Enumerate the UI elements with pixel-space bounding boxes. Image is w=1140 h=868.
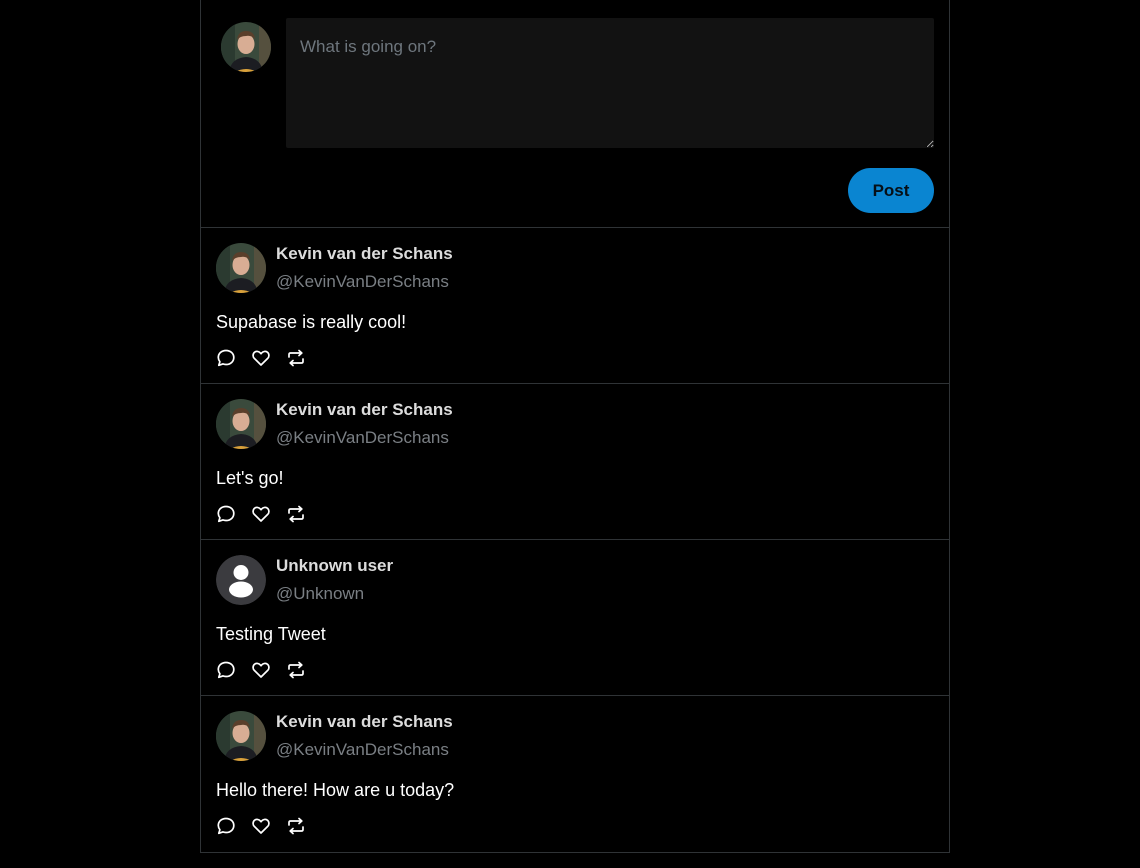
default-person-icon [216, 555, 266, 605]
avatar [216, 711, 266, 761]
tweet-content: Let's go! [216, 468, 284, 488]
tweet-content: Supabase is really cool! [216, 312, 407, 332]
heart-icon[interactable] [251, 348, 271, 368]
comment-icon[interactable] [216, 660, 236, 680]
heart-icon[interactable] [251, 504, 271, 524]
tweet-composer: Post [201, 0, 949, 228]
tweet: Kevin van der Schans @KevinVanDerSchans … [201, 384, 949, 540]
comment-icon[interactable] [216, 816, 236, 836]
tweet-content: Testing Tweet [216, 624, 326, 644]
tweet: Kevin van der Schans @KevinVanDerSchans … [201, 696, 949, 852]
feed: Post Kevin van der Schans @KevinVanDerSc… [200, 0, 950, 853]
comment-icon[interactable] [216, 348, 236, 368]
tweet-actions [216, 348, 306, 368]
author-handle[interactable]: @Unknown [276, 584, 364, 604]
tweet-actions [216, 504, 306, 524]
author-name[interactable]: Kevin van der Schans [276, 244, 453, 264]
tweet-actions [216, 816, 306, 836]
author-handle[interactable]: @KevinVanDerSchans [276, 740, 449, 760]
avatar [216, 399, 266, 449]
author-handle[interactable]: @KevinVanDerSchans [276, 272, 449, 292]
composer-avatar [221, 22, 271, 72]
author-name[interactable]: Kevin van der Schans [276, 712, 453, 732]
retweet-icon[interactable] [286, 504, 306, 524]
retweet-icon[interactable] [286, 816, 306, 836]
author-handle[interactable]: @KevinVanDerSchans [276, 428, 449, 448]
tweet-content: Hello there! How are u today? [216, 780, 455, 800]
post-button[interactable]: Post [848, 168, 934, 213]
tweet-input[interactable] [286, 18, 934, 148]
author-name[interactable]: Unknown user [276, 556, 393, 576]
tweet: Unknown user @Unknown Testing Tweet [201, 540, 949, 696]
heart-icon[interactable] [251, 816, 271, 836]
comment-icon[interactable] [216, 504, 236, 524]
tweet-actions [216, 660, 306, 680]
retweet-icon[interactable] [286, 348, 306, 368]
author-name[interactable]: Kevin van der Schans [276, 400, 453, 420]
tweet: Kevin van der Schans @KevinVanDerSchans … [201, 228, 949, 384]
retweet-icon[interactable] [286, 660, 306, 680]
heart-icon[interactable] [251, 660, 271, 680]
avatar [216, 243, 266, 293]
